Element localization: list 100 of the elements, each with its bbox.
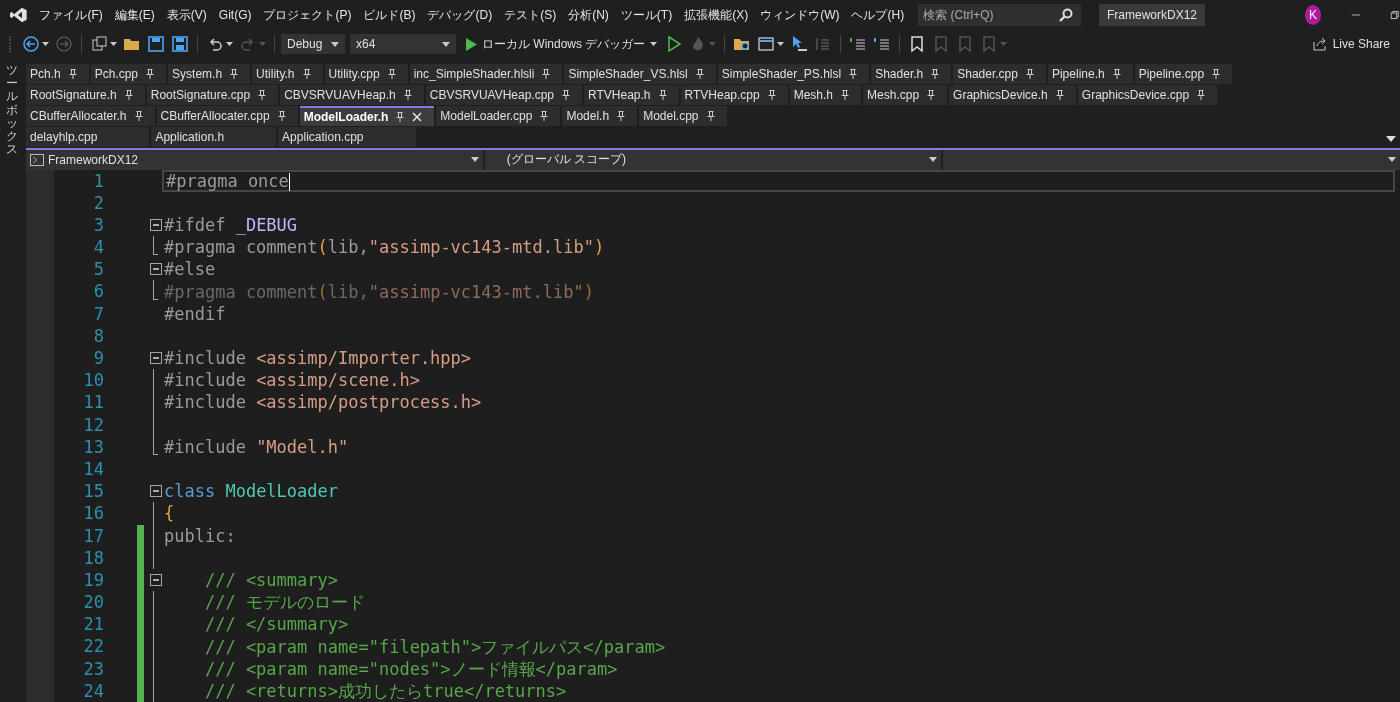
pin-icon[interactable] <box>849 69 858 79</box>
collapse-icon[interactable] <box>149 485 162 498</box>
restore-icon[interactable] <box>1390 9 1400 21</box>
pin-icon[interactable] <box>1197 90 1206 100</box>
document-tab[interactable]: RTVHeap.h <box>584 85 679 105</box>
pin-icon[interactable] <box>403 90 412 100</box>
minimize-icon[interactable] <box>1350 14 1361 16</box>
document-tab[interactable]: Model.cpp <box>639 106 727 126</box>
close-icon[interactable] <box>412 112 423 122</box>
document-tab[interactable]: CBVSRVUAVHeap.cpp <box>425 85 583 105</box>
document-tab[interactable]: Utility.h <box>252 64 323 84</box>
pin-icon[interactable] <box>230 69 239 79</box>
pin-icon[interactable] <box>1212 69 1221 79</box>
pin-icon[interactable] <box>540 111 549 121</box>
pin-icon[interactable] <box>695 69 704 79</box>
collapse-icon[interactable] <box>149 263 162 276</box>
document-tab[interactable]: RootSignature.h <box>26 85 145 105</box>
pin-icon[interactable] <box>706 111 715 121</box>
menu-item[interactable]: ウィンドウ(W) <box>754 6 846 24</box>
menu-item[interactable]: ビルド(B) <box>357 6 422 24</box>
menu-item[interactable]: ファイル(F) <box>33 6 109 24</box>
pin-icon[interactable] <box>617 111 626 121</box>
menu-item[interactable]: 拡張機能(X) <box>678 6 755 24</box>
pin-icon[interactable] <box>68 69 77 79</box>
project-dropdown[interactable]: FrameworkDX12 <box>26 150 483 170</box>
document-tab[interactable]: Application.cpp <box>278 127 416 147</box>
document-tab[interactable]: Mesh.h <box>789 85 862 105</box>
cursor-icon[interactable] <box>790 35 809 53</box>
account-avatar[interactable]: K <box>1305 5 1321 25</box>
pin-icon[interactable] <box>931 69 940 79</box>
document-tab[interactable]: Pipeline.cpp <box>1134 64 1233 84</box>
window-icon[interactable] <box>757 35 776 53</box>
pin-icon[interactable] <box>562 90 571 100</box>
caret-icon[interactable] <box>777 42 785 46</box>
document-tab[interactable]: delayhlp.cpp <box>26 127 150 147</box>
comment-icon[interactable] <box>849 35 868 53</box>
document-tab[interactable]: RootSignature.cpp <box>146 85 279 105</box>
menu-item[interactable]: 編集(E) <box>108 6 161 24</box>
document-tab[interactable]: Pch.h <box>26 64 89 84</box>
menu-item[interactable]: テスト(S) <box>498 6 563 24</box>
configuration-dropdown[interactable]: x64 <box>350 34 456 54</box>
caret-icon[interactable] <box>929 157 938 163</box>
new-item-icon[interactable] <box>90 35 108 53</box>
pin-icon[interactable] <box>258 90 267 100</box>
menu-item[interactable]: プロジェクト(P) <box>257 6 358 24</box>
start-debugging-button[interactable]: ローカル Windows デバッガー <box>461 35 662 53</box>
caret-icon[interactable] <box>42 42 49 46</box>
document-tab[interactable]: Utility.cpp <box>324 64 408 84</box>
scope-dropdown[interactable]: (グローバル スコープ) <box>484 150 942 170</box>
pin-icon[interactable] <box>146 69 155 79</box>
pin-icon[interactable] <box>767 90 776 100</box>
document-tab[interactable]: GraphicsDevice.cpp <box>1077 85 1218 105</box>
pin-icon[interactable] <box>277 111 286 121</box>
save-all-icon[interactable] <box>171 35 189 53</box>
caret-icon[interactable] <box>331 41 339 47</box>
document-tab[interactable]: RTVHeap.cpp <box>680 85 788 105</box>
menu-item[interactable]: 表示(V) <box>160 6 213 24</box>
collapse-icon[interactable] <box>149 218 162 231</box>
menu-item[interactable]: ツール(T) <box>614 6 679 24</box>
document-tab[interactable]: Pipeline.h <box>1047 64 1133 84</box>
caret-icon[interactable] <box>470 157 479 163</box>
document-tab[interactable]: Shader.cpp <box>953 64 1046 84</box>
pin-icon[interactable] <box>542 69 551 79</box>
collapse-icon[interactable] <box>149 352 162 365</box>
document-tab[interactable]: Shader.h <box>871 64 952 84</box>
document-tab[interactable]: CBufferAllocater.cpp <box>156 106 298 126</box>
pin-icon[interactable] <box>1025 69 1034 79</box>
document-tab[interactable]: inc_SimpleShader.hlsli <box>409 64 563 84</box>
pin-icon[interactable] <box>1055 90 1064 100</box>
menu-item[interactable]: 分析(N) <box>562 6 615 24</box>
document-tab[interactable]: Model.h <box>562 106 638 126</box>
search-icon[interactable] <box>1059 8 1073 22</box>
back-icon[interactable] <box>22 35 40 53</box>
caret-icon[interactable] <box>650 42 658 46</box>
document-tab[interactable]: SimpleShader_VS.hlsl <box>564 64 716 84</box>
save-icon[interactable] <box>147 35 165 53</box>
menu-item[interactable]: Git(G) <box>212 8 258 22</box>
pin-icon[interactable] <box>124 90 133 100</box>
pin-icon[interactable] <box>841 90 850 100</box>
pin-icon[interactable] <box>302 69 311 79</box>
caret-icon[interactable] <box>1388 157 1396 163</box>
document-tab[interactable]: ModelLoader.h <box>299 106 435 126</box>
caret-icon[interactable] <box>442 41 450 47</box>
document-tab[interactable]: ModelLoader.cpp <box>436 106 561 126</box>
search-field[interactable]: 検索 (Ctrl+Q) <box>918 4 1081 26</box>
pin-icon[interactable] <box>396 112 405 122</box>
document-tab[interactable]: System.h <box>168 64 251 84</box>
toolbox-tab[interactable]: ツールボックス <box>0 58 26 702</box>
menu-item[interactable]: ヘルプ(H) <box>845 6 911 24</box>
menu-item[interactable]: デバッグ(D) <box>421 6 499 24</box>
toolbar-grip-icon[interactable] <box>8 35 12 53</box>
caret-icon[interactable] <box>110 42 117 46</box>
document-tab[interactable]: CBufferAllocater.h <box>26 106 155 126</box>
document-tab[interactable]: SimpleShader_PS.hlsl <box>717 64 870 84</box>
document-tab[interactable]: Application.h <box>151 127 277 147</box>
pin-icon[interactable] <box>927 90 936 100</box>
pin-icon[interactable] <box>1112 69 1121 79</box>
pin-icon[interactable] <box>387 69 396 79</box>
pin-icon[interactable] <box>658 90 667 100</box>
pin-icon[interactable] <box>134 111 143 121</box>
